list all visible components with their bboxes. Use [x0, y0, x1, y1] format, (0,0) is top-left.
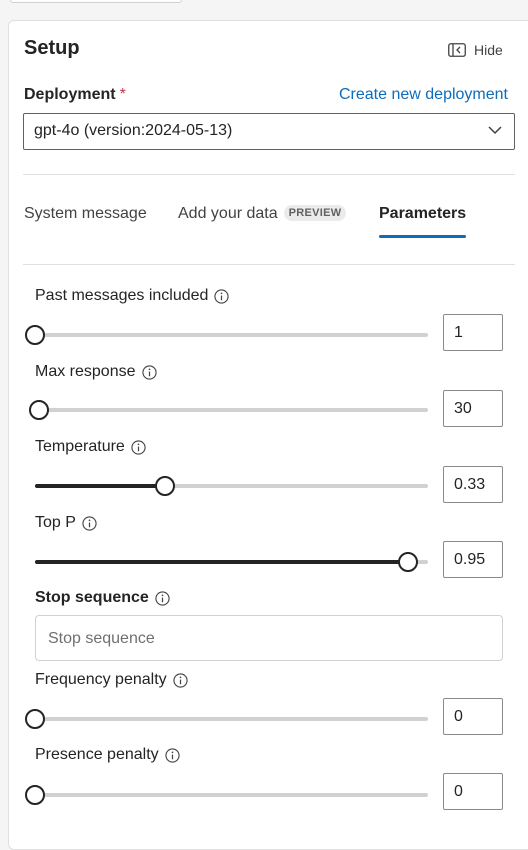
temperature-label: Temperature [35, 438, 146, 456]
previous-tab-edge [10, 0, 182, 3]
hide-button[interactable]: Hide [448, 40, 503, 60]
tab-label: System message [24, 205, 147, 222]
top-p-input[interactable]: 0.95 [443, 541, 503, 578]
divider [23, 174, 515, 175]
slider-fill [35, 560, 409, 564]
param-label-text: Frequency penalty [35, 671, 167, 688]
tab-add-your-data[interactable]: Add your data PREVIEW [178, 205, 347, 241]
info-icon[interactable] [131, 439, 146, 455]
past-messages-slider[interactable] [25, 325, 428, 345]
past-messages-input[interactable]: 1 [443, 314, 503, 351]
presence-penalty-label: Presence penalty [35, 746, 180, 764]
deployment-select[interactable]: gpt-4o (version:2024-05-13) [23, 113, 515, 150]
info-icon[interactable] [214, 288, 230, 304]
past-messages-label: Past messages included [35, 287, 230, 305]
tab-label: Add your data [178, 205, 278, 222]
tab-system-message[interactable]: System message [24, 205, 147, 241]
param-label-text: Max response [35, 363, 136, 380]
info-icon[interactable] [165, 747, 180, 763]
max-response-input[interactable]: 30 [443, 390, 503, 427]
slider-track [35, 793, 428, 797]
param-label-text: Past messages included [35, 287, 209, 304]
divider [23, 264, 515, 265]
stop-sequence-label: Stop sequence [35, 589, 170, 607]
slider-thumb[interactable] [25, 325, 45, 345]
temperature-input[interactable]: 0.33 [443, 466, 503, 503]
chevron-down-icon [488, 126, 502, 135]
info-icon[interactable] [155, 590, 170, 606]
frequency-penalty-label: Frequency penalty [35, 671, 188, 689]
hide-panel-icon [448, 43, 466, 57]
top-strip [0, 0, 528, 12]
top-p-label: Top P [35, 514, 97, 532]
param-label-text: Stop sequence [35, 589, 149, 606]
max-response-slider[interactable] [28, 400, 428, 420]
presence-penalty-input[interactable]: 0 [443, 773, 503, 810]
slider-track [35, 333, 428, 337]
deployment-label-text: Deployment [24, 86, 116, 103]
presence-penalty-slider[interactable] [25, 785, 428, 805]
frequency-penalty-slider[interactable] [25, 709, 428, 729]
setup-title: Setup [24, 37, 80, 59]
info-icon[interactable] [141, 364, 157, 380]
deployment-label: Deployment * [24, 86, 126, 104]
temperature-slider[interactable] [35, 476, 428, 496]
preview-badge: PREVIEW [283, 205, 347, 221]
stop-sequence-input[interactable]: Stop sequence [35, 615, 503, 661]
slider-thumb[interactable] [398, 552, 419, 572]
frequency-penalty-input[interactable]: 0 [443, 698, 503, 735]
required-marker: * [119, 86, 126, 103]
active-tab-indicator [379, 235, 467, 238]
slider-thumb[interactable] [28, 400, 49, 420]
slider-track [35, 717, 428, 721]
info-icon[interactable] [173, 672, 188, 688]
top-p-slider[interactable] [35, 552, 428, 572]
param-label-text: Presence penalty [35, 746, 159, 763]
slider-thumb[interactable] [25, 785, 45, 805]
deployment-selected-value: gpt-4o (version:2024-05-13) [34, 122, 233, 139]
slider-thumb[interactable] [154, 476, 175, 496]
create-deployment-link[interactable]: Create new deployment [339, 86, 508, 104]
slider-thumb[interactable] [25, 709, 45, 729]
param-label-text: Temperature [35, 438, 125, 455]
max-response-label: Max response [35, 363, 157, 381]
param-label-text: Top P [35, 514, 76, 531]
hide-label: Hide [474, 42, 503, 58]
slider-track [35, 408, 428, 412]
tab-parameters[interactable]: Parameters [379, 205, 467, 241]
info-icon[interactable] [82, 515, 97, 531]
slider-fill [35, 484, 165, 488]
tab-label: Parameters [379, 205, 467, 222]
